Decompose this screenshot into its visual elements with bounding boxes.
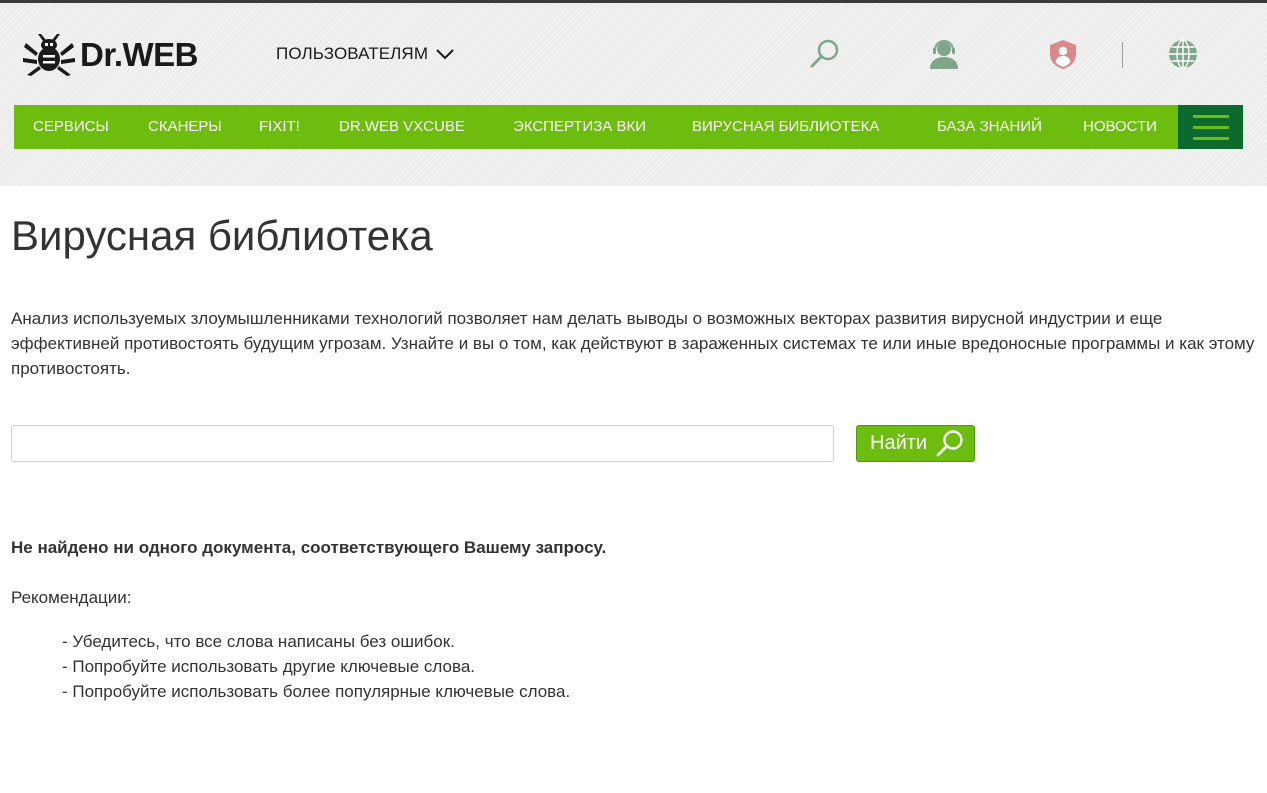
header-divider bbox=[1122, 42, 1123, 68]
profile-shield-icon bbox=[1050, 40, 1076, 69]
search-icon bbox=[810, 39, 839, 68]
recommendations-list: - Убедитесь, что все слова написаны без … bbox=[62, 629, 570, 704]
hamburger-line bbox=[1192, 136, 1229, 140]
header-search-button[interactable] bbox=[808, 37, 842, 71]
nav-item-vxcube[interactable]: DR.WEB VXCUBE bbox=[339, 105, 465, 149]
recommendation-item: - Попробуйте использовать более популярн… bbox=[62, 682, 571, 701]
users-menu-label: ПОЛЬЗОВАТЕЛЯМ bbox=[276, 44, 429, 63]
users-menu-dropdown[interactable]: ПОЛЬЗОВАТЕЛЯМ bbox=[276, 42, 454, 66]
nav-item-expertise[interactable]: ЭКСПЕРТИЗА ВКИ bbox=[513, 105, 646, 149]
nav-item-knowledge-base[interactable]: БАЗА ЗНАНИЙ bbox=[937, 105, 1042, 149]
recommendations-title: Рекомендации: bbox=[11, 588, 132, 607]
nav-item-fixit[interactable]: FIXIT! bbox=[259, 105, 300, 149]
search-submit-button[interactable]: Найти bbox=[856, 425, 975, 462]
search-button-label: Найти bbox=[870, 432, 928, 454]
hamburger-line bbox=[1192, 114, 1229, 118]
drweb-logo[interactable]: Dr.WEB bbox=[22, 33, 199, 77]
globe-icon bbox=[1169, 39, 1197, 69]
hamburger-menu-button[interactable] bbox=[1178, 105, 1243, 149]
logo-text: Dr.WEB bbox=[80, 36, 199, 73]
language-button[interactable] bbox=[1166, 37, 1200, 71]
no-results-message: Не найдено ни одного документа, соответс… bbox=[11, 538, 607, 557]
hamburger-line bbox=[1192, 125, 1229, 129]
search-input[interactable] bbox=[11, 425, 834, 462]
nav-item-scanners[interactable]: СКАНЕРЫ bbox=[148, 105, 222, 149]
profile-button[interactable] bbox=[1046, 37, 1080, 71]
nav-item-news[interactable]: НОВОСТИ bbox=[1083, 105, 1157, 149]
nav-item-virus-library[interactable]: ВИРУСНАЯ БИБЛИОТЕКА bbox=[692, 105, 879, 149]
spider-logo-icon bbox=[23, 34, 75, 76]
search-icon bbox=[936, 429, 963, 456]
recommendation-item: - Убедитесь, что все слова написаны без … bbox=[62, 632, 455, 651]
support-button[interactable] bbox=[927, 37, 961, 71]
nav-item-services[interactable]: СЕРВИСЫ bbox=[33, 105, 109, 149]
recommendation-item: - Попробуйте использовать другие ключевы… bbox=[62, 657, 476, 676]
site-header: Dr.WEB ПОЛЬЗОВАТЕЛЯМ СЕРВИСЫ СКАНЕРЫ FIX… bbox=[0, 3, 1267, 186]
chevron-down-icon bbox=[436, 49, 454, 60]
page-title: Вирусная библиотека bbox=[11, 212, 433, 259]
main-navbar: СЕРВИСЫ СКАНЕРЫ FIXIT! DR.WEB VXCUBE ЭКС… bbox=[14, 105, 1243, 149]
intro-text: Анализ используемых злоумышленниками тех… bbox=[11, 309, 1255, 378]
support-icon bbox=[930, 40, 958, 69]
